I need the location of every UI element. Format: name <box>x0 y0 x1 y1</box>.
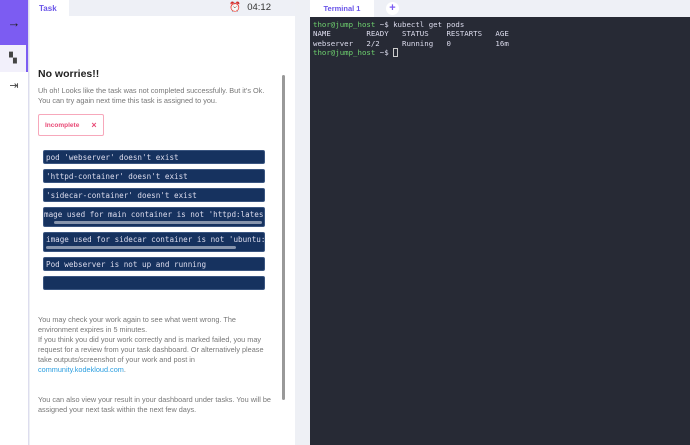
prompt-symbol: ~$ <box>375 20 394 29</box>
scrollbar[interactable] <box>46 246 236 249</box>
dashboard-icon[interactable]: ▚ <box>0 45 28 72</box>
check-text: image used for sidecar container is not … <box>46 235 265 244</box>
tab-task[interactable]: Task <box>30 0 69 16</box>
arrow-right-icon[interactable]: → <box>0 0 28 45</box>
review-text: If you think you did your work correctly… <box>38 335 278 375</box>
terminal-output[interactable]: thor@jump_host ~$ kubectl get pods NAME … <box>310 17 690 445</box>
task-panel: Task ⏰ 04:12 No worries!! Uh oh! Looks li… <box>30 0 295 445</box>
command: kubectl get pods <box>393 20 465 29</box>
check-item: pod 'webserver' doesn't exist <box>43 150 265 164</box>
check-item: mage used for main container is not 'htt… <box>43 207 265 227</box>
badge-label: Incomplete <box>45 121 80 129</box>
terminal-panel: Terminal 1 + thor@jump_host ~$ kubectl g… <box>310 0 690 445</box>
check-text: mage used for main container is not 'htt… <box>44 210 265 219</box>
review-text-body: If you think you did your work correctly… <box>38 335 264 364</box>
table-row: webserver 2/2 Running 0 16m <box>313 38 509 48</box>
result-title: No worries!! <box>38 68 100 80</box>
info-text: You may check your work again to see wha… <box>38 315 236 334</box>
timer-value: 04:12 <box>247 2 271 13</box>
check-item: 'httpd-container' doesn't exist <box>43 169 265 183</box>
sidebar: → ▚ ⇥ <box>0 0 29 445</box>
logout-icon[interactable]: ⇥ <box>0 72 28 99</box>
tab-terminal-1[interactable]: Terminal 1 <box>310 0 374 17</box>
next-task-text: You can also view your result in your da… <box>38 395 271 414</box>
community-link[interactable]: community.kodekloud.com <box>38 365 124 374</box>
timer: ⏰ 04:12 <box>229 2 271 13</box>
prompt-symbol: ~$ <box>375 47 394 57</box>
alarm-clock-icon: ⏰ <box>229 2 242 13</box>
check-item: image used for sidecar container is not … <box>43 232 265 252</box>
period: . <box>123 365 126 374</box>
check-item: 'sidecar-container' doesn't exist <box>43 188 265 202</box>
check-item <box>43 276 265 290</box>
scrollbar[interactable] <box>282 75 285 400</box>
intro-text: Uh oh! Looks like the task was not compl… <box>38 86 265 105</box>
cursor <box>393 48 399 58</box>
table-header: NAME READY STATUS RESTARTS AGE <box>313 29 509 39</box>
prompt: thor@jump_host <box>313 20 376 29</box>
check-item: Pod webserver is not up and running <box>43 257 265 271</box>
prompt: thor@jump_host <box>313 47 376 57</box>
close-icon[interactable]: × <box>91 120 96 130</box>
status-badge: Incomplete × <box>38 114 104 136</box>
add-terminal-button[interactable]: + <box>386 2 399 15</box>
scrollbar[interactable] <box>54 221 262 224</box>
